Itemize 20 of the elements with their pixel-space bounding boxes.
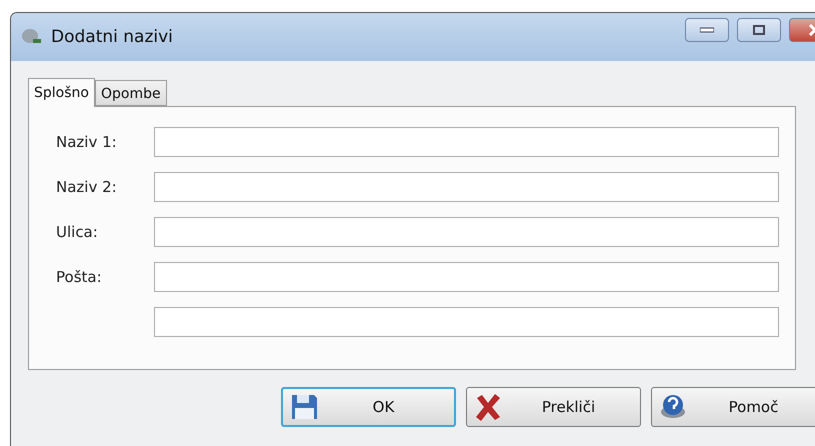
input-field[interactable] (154, 307, 779, 337)
maximize-button[interactable] (737, 18, 781, 42)
help-button[interactable]: Pomoč (651, 387, 815, 427)
tab[interactable]: Splošno (28, 78, 95, 107)
input-field[interactable] (154, 127, 779, 157)
field-label: Naziv 1: (56, 133, 118, 151)
field-label: Pošta: (56, 268, 103, 286)
field-label: Ulica: (56, 223, 99, 241)
field-label: Naziv 2: (56, 178, 118, 196)
input-field[interactable] (154, 262, 779, 292)
cancel-button[interactable]: Prekliči (466, 387, 641, 427)
tab[interactable]: Opombe (94, 80, 167, 106)
maximize-icon (753, 25, 765, 35)
input-field[interactable] (154, 217, 779, 247)
cross-icon (473, 392, 503, 422)
window-title: Dodatni nazivi (51, 27, 174, 47)
minimize-icon (700, 27, 714, 33)
input-field[interactable] (154, 172, 779, 202)
minimize-button[interactable] (685, 18, 729, 42)
ok-button[interactable]: OK (281, 387, 456, 427)
